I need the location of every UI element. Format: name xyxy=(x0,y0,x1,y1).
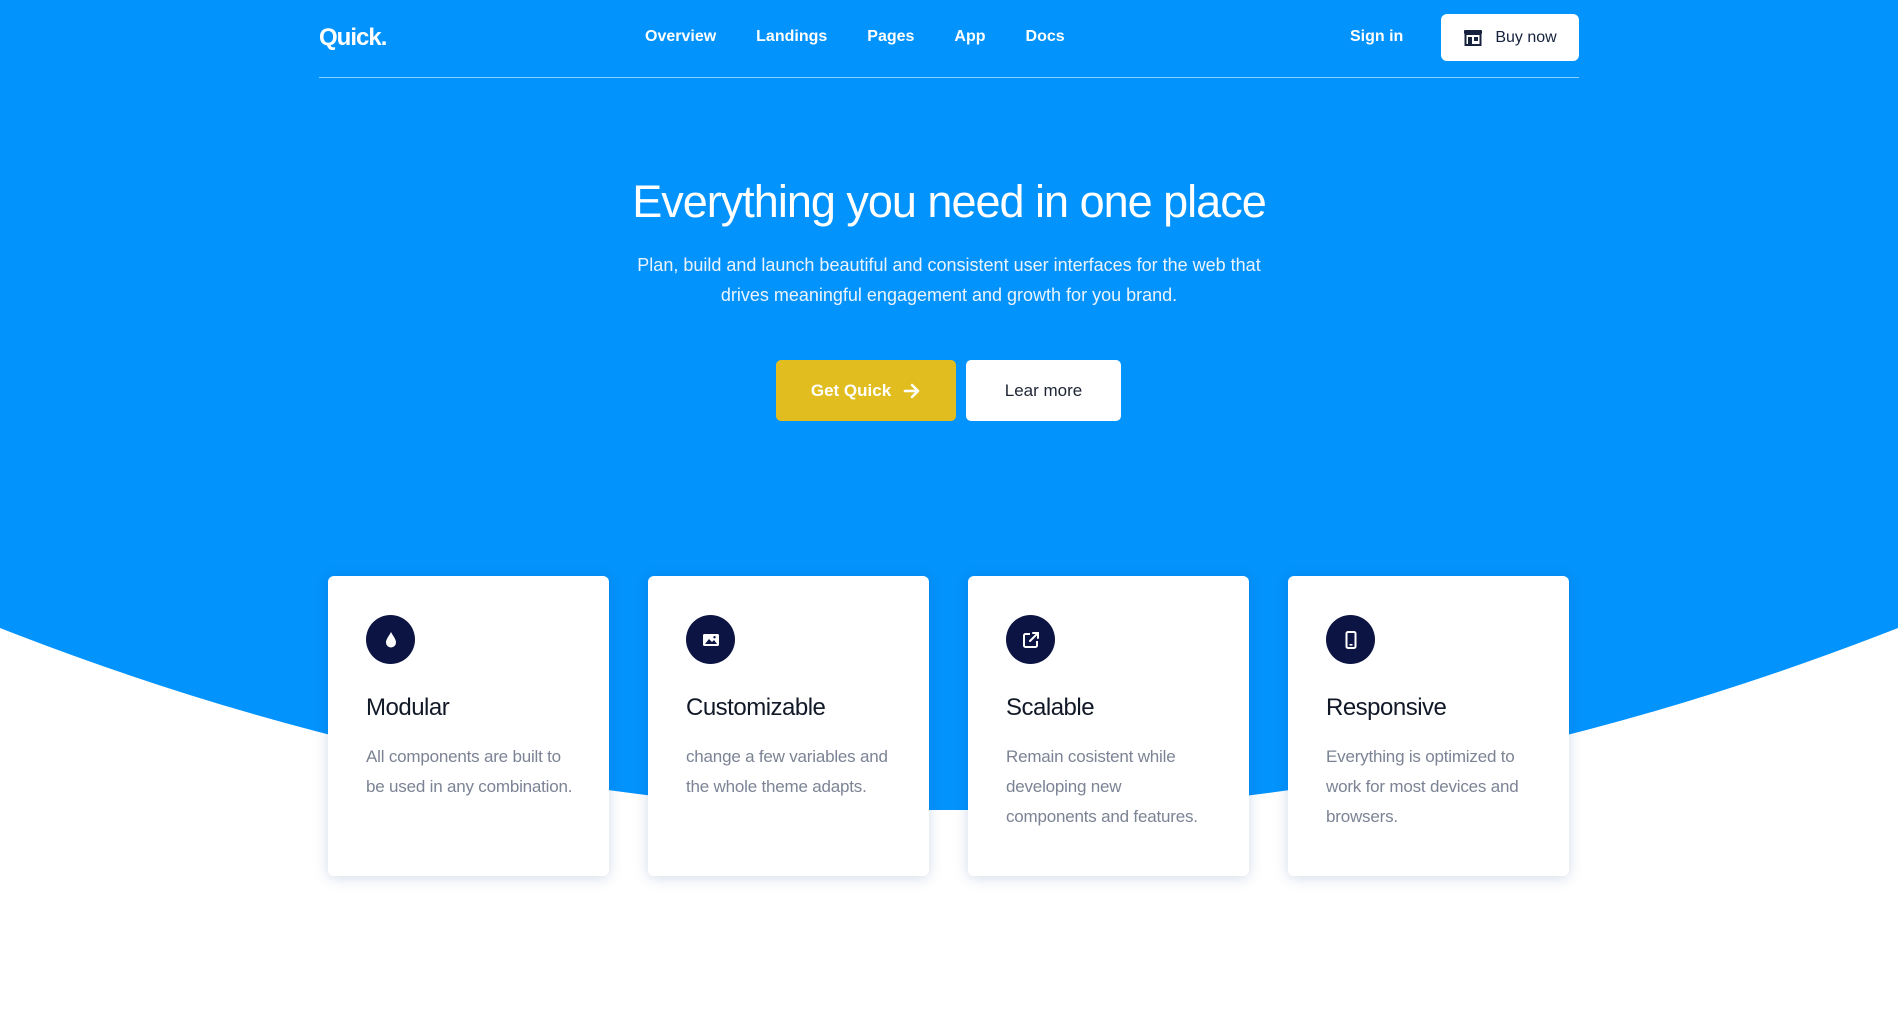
store-icon xyxy=(1464,29,1483,46)
nav-landings[interactable]: Landings xyxy=(756,28,827,46)
feature-text: change a few variables and the whole the… xyxy=(686,747,888,796)
nav-docs[interactable]: Docs xyxy=(1026,28,1065,46)
feature-card-customizable: Customizable change a few variables and … xyxy=(648,576,929,876)
get-quick-label: Get Quick xyxy=(810,380,892,400)
buy-now-button[interactable]: Buy now xyxy=(1441,14,1579,61)
feature-icon-circle xyxy=(686,615,735,664)
get-quick-button[interactable]: Get Quick xyxy=(776,360,956,421)
landing-page: Quick. Overview Landings Pages App Docs … xyxy=(0,0,1898,1032)
nav-app[interactable]: App xyxy=(954,28,985,46)
mobile-icon xyxy=(1345,630,1356,649)
feature-title: Modular xyxy=(366,694,450,721)
hero-title: Everything you need in one place xyxy=(632,176,1266,227)
buy-now-label: Buy now xyxy=(1495,28,1557,46)
droplet-icon xyxy=(385,631,396,647)
sign-in-link[interactable]: Sign in xyxy=(1350,28,1403,46)
feature-icon-circle xyxy=(1326,615,1375,664)
feature-text: Everything is optimized to work for most… xyxy=(1326,747,1519,826)
feature-title: Customizable xyxy=(686,694,826,721)
feature-card-modular: Modular All components are built to be u… xyxy=(328,576,609,876)
navbar: Quick. Overview Landings Pages App Docs … xyxy=(319,0,1579,78)
feature-title: Scalable xyxy=(1006,694,1095,721)
arrow-right-icon xyxy=(903,383,920,398)
learn-more-label: Lear more xyxy=(1004,380,1083,400)
feature-title: Responsive xyxy=(1326,694,1447,721)
nav-overview[interactable]: Overview xyxy=(645,28,716,46)
feature-icon-circle xyxy=(366,615,415,664)
feature-text: Remain cosistent while developing new co… xyxy=(1006,747,1198,826)
learn-more-button[interactable]: Lear more xyxy=(966,360,1121,421)
nav-pages[interactable]: Pages xyxy=(867,28,914,46)
feature-icon-circle xyxy=(1006,615,1055,664)
hero-subtitle: Plan, build and launch beautiful and con… xyxy=(637,255,1261,305)
main-nav: Overview Landings Pages App Docs xyxy=(645,28,1105,46)
feature-card-responsive: Responsive Everything is optimized to wo… xyxy=(1288,576,1569,876)
external-link-icon xyxy=(1022,631,1039,648)
feature-card-scalable: Scalable Remain cosistent while developi… xyxy=(968,576,1249,876)
logo[interactable]: Quick. xyxy=(319,24,387,52)
image-icon xyxy=(702,633,719,646)
feature-text: All components are built to be used in a… xyxy=(366,747,573,796)
